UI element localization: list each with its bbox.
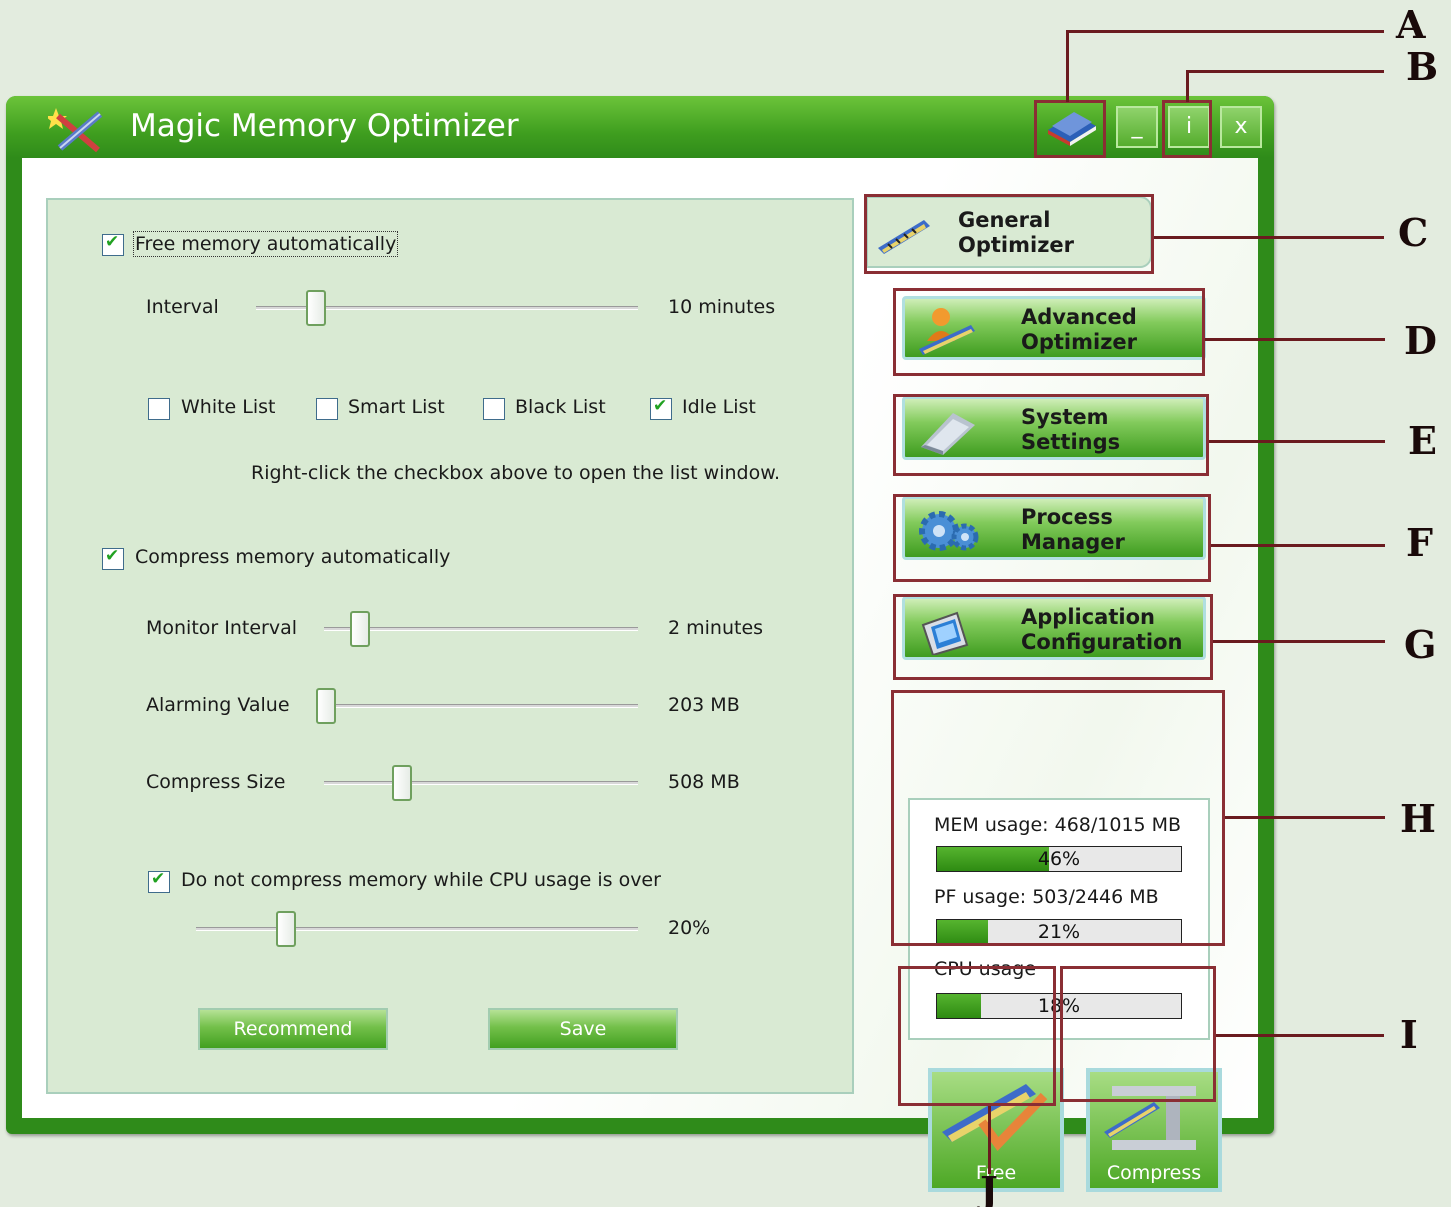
callout-box-i: [1060, 966, 1216, 1102]
callout-letter-e: E: [1408, 418, 1437, 463]
leader-b-vertical: [1186, 70, 1189, 102]
compress-auto-label[interactable]: Compress memory automatically: [135, 546, 450, 568]
leader-h: [1225, 816, 1385, 819]
leader-f: [1211, 544, 1385, 547]
compress-button-label: Compress: [1106, 1162, 1202, 1184]
alarming-value-label: Alarming Value: [146, 694, 290, 716]
leader-a-vertical: [1066, 30, 1069, 102]
magic-wand-icon: [48, 108, 103, 153]
callout-letter-i: I: [1400, 1012, 1418, 1057]
cpu-limit-checkbox[interactable]: [148, 869, 170, 893]
callout-box-c: [864, 194, 1154, 274]
cpu-limit-slider-track[interactable]: [196, 927, 638, 931]
black-list-checkbox[interactable]: [483, 398, 505, 420]
callout-box-e: [893, 394, 1209, 476]
leader-i: [1216, 1034, 1384, 1037]
monitor-interval-slider-track[interactable]: [324, 627, 638, 631]
callout-letter-j: J: [980, 1168, 998, 1207]
leader-a: [1066, 30, 1384, 33]
white-list-checkbox[interactable]: [148, 398, 170, 420]
monitor-interval-label: Monitor Interval: [146, 617, 298, 639]
general-optimizer-panel: Free memory automatically Interval 10 mi…: [46, 198, 854, 1094]
leader-g: [1213, 640, 1385, 643]
idle-list-label[interactable]: Idle List: [682, 396, 756, 418]
window-title: Magic Memory Optimizer: [130, 108, 519, 144]
callout-letter-g: G: [1404, 622, 1437, 667]
close-button[interactable]: x: [1220, 106, 1262, 148]
cpu-limit-label[interactable]: Do not compress memory while CPU usage i…: [181, 869, 661, 891]
leader-d: [1205, 338, 1385, 341]
free-auto-label[interactable]: Free memory automatically: [132, 231, 399, 257]
callout-box-a: [1034, 100, 1106, 158]
callout-box-d: [893, 288, 1205, 376]
compress-auto-checkbox[interactable]: [102, 546, 124, 570]
callout-letter-h: H: [1400, 796, 1436, 841]
interval-value: 10 minutes: [668, 296, 776, 318]
black-list-label[interactable]: Black List: [515, 396, 606, 418]
callout-letter-d: D: [1404, 318, 1437, 363]
leader-j: [988, 1106, 991, 1174]
compress-size-label: Compress Size: [146, 771, 286, 793]
callout-letter-c: C: [1398, 210, 1429, 255]
monitor-interval-value: 2 minutes: [668, 617, 764, 639]
cpu-limit-value: 20%: [668, 917, 711, 939]
compress-size-slider-track[interactable]: [324, 781, 638, 785]
interval-label: Interval: [146, 296, 219, 318]
save-button[interactable]: Save: [488, 1008, 678, 1050]
leader-e: [1209, 440, 1385, 443]
compress-size-slider-thumb[interactable]: [392, 765, 412, 801]
callout-box-g: [893, 594, 1213, 680]
interval-slider-thumb[interactable]: [306, 290, 326, 326]
free-auto-checkbox[interactable]: [102, 232, 124, 256]
smart-list-checkbox[interactable]: [316, 398, 338, 420]
callout-letter-a: A: [1396, 2, 1426, 47]
callout-box-h: [891, 690, 1225, 946]
recommend-button[interactable]: Recommend: [198, 1008, 388, 1050]
compress-size-value: 508 MB: [668, 771, 740, 793]
callout-letter-b: B: [1406, 44, 1439, 89]
callout-letter-f: F: [1406, 520, 1433, 565]
smart-list-label[interactable]: Smart List: [348, 396, 445, 418]
leader-c: [1154, 236, 1384, 239]
callout-box-b: [1162, 100, 1212, 158]
callout-box-j: [898, 966, 1056, 1106]
leader-b: [1186, 70, 1384, 73]
idle-list-checkbox[interactable]: [650, 396, 672, 420]
monitor-interval-slider-thumb[interactable]: [350, 611, 370, 647]
cpu-limit-slider-thumb[interactable]: [276, 911, 296, 947]
alarming-slider-track[interactable]: [316, 704, 638, 708]
minimize-button[interactable]: _: [1116, 106, 1158, 148]
list-hint-text: Right-click the checkbox above to open t…: [251, 462, 781, 484]
callout-box-f: [893, 494, 1211, 582]
white-list-label[interactable]: White List: [181, 396, 276, 418]
alarming-value: 203 MB: [668, 694, 740, 716]
alarming-slider-thumb[interactable]: [316, 688, 336, 724]
